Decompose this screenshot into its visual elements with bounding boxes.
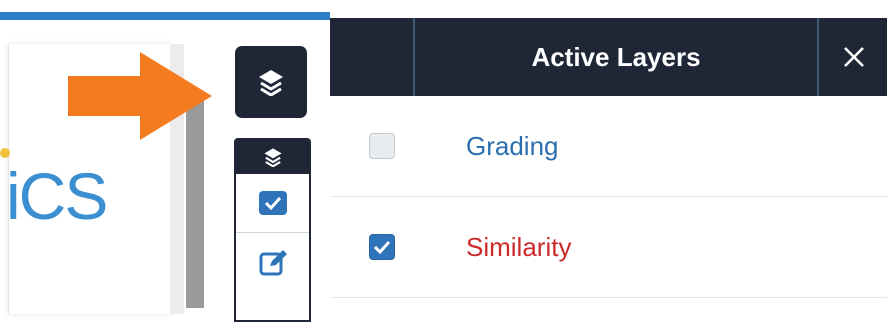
layers-icon xyxy=(259,70,283,96)
layer-row-grading[interactable]: Grading xyxy=(330,96,887,197)
mini-toolbar-header[interactable] xyxy=(236,140,309,174)
similarity-checkbox[interactable] xyxy=(369,234,395,260)
layer-label-similarity[interactable]: Similarity xyxy=(466,232,571,263)
checkmark-icon xyxy=(373,240,391,254)
mini-toolbar-check-item[interactable] xyxy=(236,174,309,233)
layer-label-grading[interactable]: Grading xyxy=(466,131,559,162)
panel-title: Active Layers xyxy=(413,18,819,96)
top-accent-bar xyxy=(0,12,330,20)
layers-toggle-button[interactable] xyxy=(235,46,307,118)
active-layers-panel: Active Layers Grading Similarity xyxy=(330,0,887,308)
mini-toolbar-edit-item[interactable] xyxy=(236,233,309,291)
logo-dot xyxy=(0,148,10,158)
arrow-right-icon xyxy=(68,52,212,140)
logo-text: iCS xyxy=(6,159,108,233)
close-icon xyxy=(843,47,864,67)
grading-checkbox[interactable] xyxy=(369,133,395,159)
layers-icon xyxy=(263,148,282,167)
close-button[interactable] xyxy=(820,18,887,96)
edit-icon xyxy=(259,250,287,276)
document-pane: iCS xyxy=(0,0,330,322)
mini-toolbar xyxy=(234,138,311,322)
layer-row-similarity[interactable]: Similarity xyxy=(330,197,887,298)
checkbox-icon xyxy=(258,191,287,215)
